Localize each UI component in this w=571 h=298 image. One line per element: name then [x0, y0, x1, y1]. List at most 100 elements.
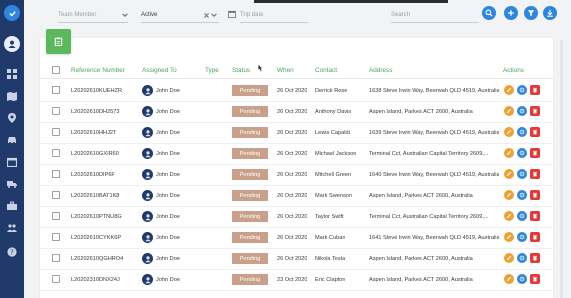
truck-icon[interactable]: [4, 176, 20, 192]
header-status[interactable]: Status: [232, 67, 250, 74]
table-row[interactable]: L20202610KUEHZR John Doe Pending 26 Oct …: [40, 81, 553, 102]
delete-icon[interactable]: [530, 169, 540, 179]
row-checkbox[interactable]: [52, 170, 60, 178]
view-icon[interactable]: [517, 232, 527, 242]
table-row[interactable]: L20202610PTNU8G John Doe Pending 26 Oct …: [40, 207, 553, 228]
clear-icon[interactable]: [202, 11, 210, 19]
edit-icon[interactable]: [504, 253, 514, 263]
view-icon[interactable]: [517, 190, 527, 200]
delete-icon[interactable]: [530, 85, 540, 95]
table-row[interactable]: L20202610HHJ2T John Doe Pending 26 Oct 2…: [40, 123, 553, 144]
cell-when: 26 Oct 2020: [277, 172, 308, 178]
edit-icon[interactable]: [504, 106, 514, 116]
delete-icon[interactable]: [530, 127, 540, 137]
table-row[interactable]: L20202610QGHRO4 John Doe Pending 26 Oct …: [40, 249, 553, 270]
download-button[interactable]: [543, 6, 557, 20]
view-icon[interactable]: [517, 169, 527, 179]
cell-address: 1639 Steve Irwin Way, Beerwah QLD 4519, …: [369, 130, 499, 136]
search-button[interactable]: [482, 6, 496, 20]
search-icon: [485, 9, 493, 17]
dashboard-icon[interactable]: [4, 66, 20, 82]
check-logo-icon[interactable]: [4, 5, 20, 21]
scrollbar[interactable]: [560, 40, 563, 298]
add-button[interactable]: [504, 6, 518, 20]
user-avatar-icon: [142, 232, 153, 243]
edit-icon[interactable]: [504, 85, 514, 95]
delete-icon[interactable]: [530, 190, 540, 200]
cell-when: 26 Oct 2020: [277, 235, 308, 241]
briefcase-icon[interactable]: [4, 198, 20, 214]
edit-icon[interactable]: [504, 169, 514, 179]
location-icon[interactable]: [4, 110, 20, 126]
delete-icon[interactable]: [530, 253, 540, 263]
chevron-down-icon[interactable]: [210, 11, 218, 19]
select-all-checkbox[interactable]: [52, 66, 60, 74]
people-icon[interactable]: [4, 220, 20, 236]
filter-button[interactable]: [524, 6, 538, 20]
row-checkbox[interactable]: [52, 212, 60, 220]
edit-icon[interactable]: [504, 127, 514, 137]
row-checkbox[interactable]: [52, 275, 60, 283]
search-input[interactable]: Search: [391, 7, 479, 23]
cell-when: 26 Oct 2020: [277, 109, 308, 115]
delete-icon[interactable]: [530, 106, 540, 116]
view-icon[interactable]: [517, 106, 527, 116]
row-checkbox[interactable]: [52, 254, 60, 262]
delete-icon[interactable]: [530, 232, 540, 242]
table-row[interactable]: L20202310DNX24J John Doe Pending 23 Oct …: [40, 270, 553, 291]
row-checkbox[interactable]: [52, 233, 60, 241]
status-badge: Pending: [232, 232, 268, 243]
row-checkbox[interactable]: [52, 86, 60, 94]
header-actions: Actions: [503, 67, 524, 74]
table-row[interactable]: L20202610BAT1K8 John Doe Pending 26 Oct …: [40, 186, 553, 207]
header-assigned[interactable]: Assigned To: [142, 67, 177, 74]
cell-when: 26 Oct 2020: [277, 256, 308, 262]
table-row[interactable]: L20202610CYKK6P John Doe Pending 26 Oct …: [40, 228, 553, 249]
cell-contact: Mark Swenson: [315, 193, 352, 199]
edit-icon[interactable]: [504, 190, 514, 200]
row-checkbox[interactable]: [52, 128, 60, 136]
cell-reference: L20202610BAT1K8: [71, 193, 120, 199]
table-row[interactable]: L20202610GXIR60 John Doe Pending 26 Oct …: [40, 144, 553, 165]
cell-reference: L20202610KUEHZR: [71, 88, 122, 94]
header-contact[interactable]: Contact: [315, 67, 337, 74]
edit-icon[interactable]: [504, 211, 514, 221]
table-row[interactable]: L20202610DH2573 John Doe Pending 26 Oct …: [40, 102, 553, 123]
row-checkbox[interactable]: [52, 107, 60, 115]
help-icon[interactable]: ?: [4, 244, 20, 260]
header-when[interactable]: When: [277, 67, 294, 74]
header-reference[interactable]: Reference Number: [71, 67, 125, 74]
header-type[interactable]: Type: [205, 67, 219, 74]
trip-date-placeholder: Trip date: [240, 11, 264, 18]
calendar-icon[interactable]: [228, 10, 236, 18]
view-icon[interactable]: [517, 274, 527, 284]
delete-icon[interactable]: [530, 274, 540, 284]
view-icon[interactable]: [517, 148, 527, 158]
edit-icon[interactable]: [504, 274, 514, 284]
row-checkbox[interactable]: [52, 191, 60, 199]
header-address[interactable]: Address: [369, 67, 392, 74]
map-icon[interactable]: [4, 88, 20, 104]
view-icon[interactable]: [517, 253, 527, 263]
car-icon[interactable]: [4, 132, 20, 148]
calendar-icon[interactable]: [4, 154, 20, 170]
view-icon[interactable]: [517, 211, 527, 221]
status-badge: Pending: [232, 85, 268, 96]
cell-contact: Mitchell Green: [315, 172, 352, 178]
edit-icon[interactable]: [504, 148, 514, 158]
view-icon[interactable]: [517, 127, 527, 137]
team-member-select[interactable]: Team Member: [58, 7, 128, 23]
row-checkbox[interactable]: [52, 149, 60, 157]
view-icon[interactable]: [517, 85, 527, 95]
trip-date-input[interactable]: Trip date: [240, 7, 308, 23]
delete-icon[interactable]: [530, 211, 540, 221]
table-row[interactable]: L20202610DIP6F John Doe Pending 26 Oct 2…: [40, 165, 553, 186]
delete-icon[interactable]: [530, 148, 540, 158]
cell-contact: Anthony Davis: [315, 109, 352, 115]
chevron-down-icon[interactable]: [121, 11, 129, 19]
status-badge: Pending: [232, 274, 268, 285]
add-job-button[interactable]: [46, 29, 71, 54]
cell-assigned: John Doe: [156, 193, 180, 199]
edit-icon[interactable]: [504, 232, 514, 242]
user-avatar-icon[interactable]: [4, 36, 20, 52]
